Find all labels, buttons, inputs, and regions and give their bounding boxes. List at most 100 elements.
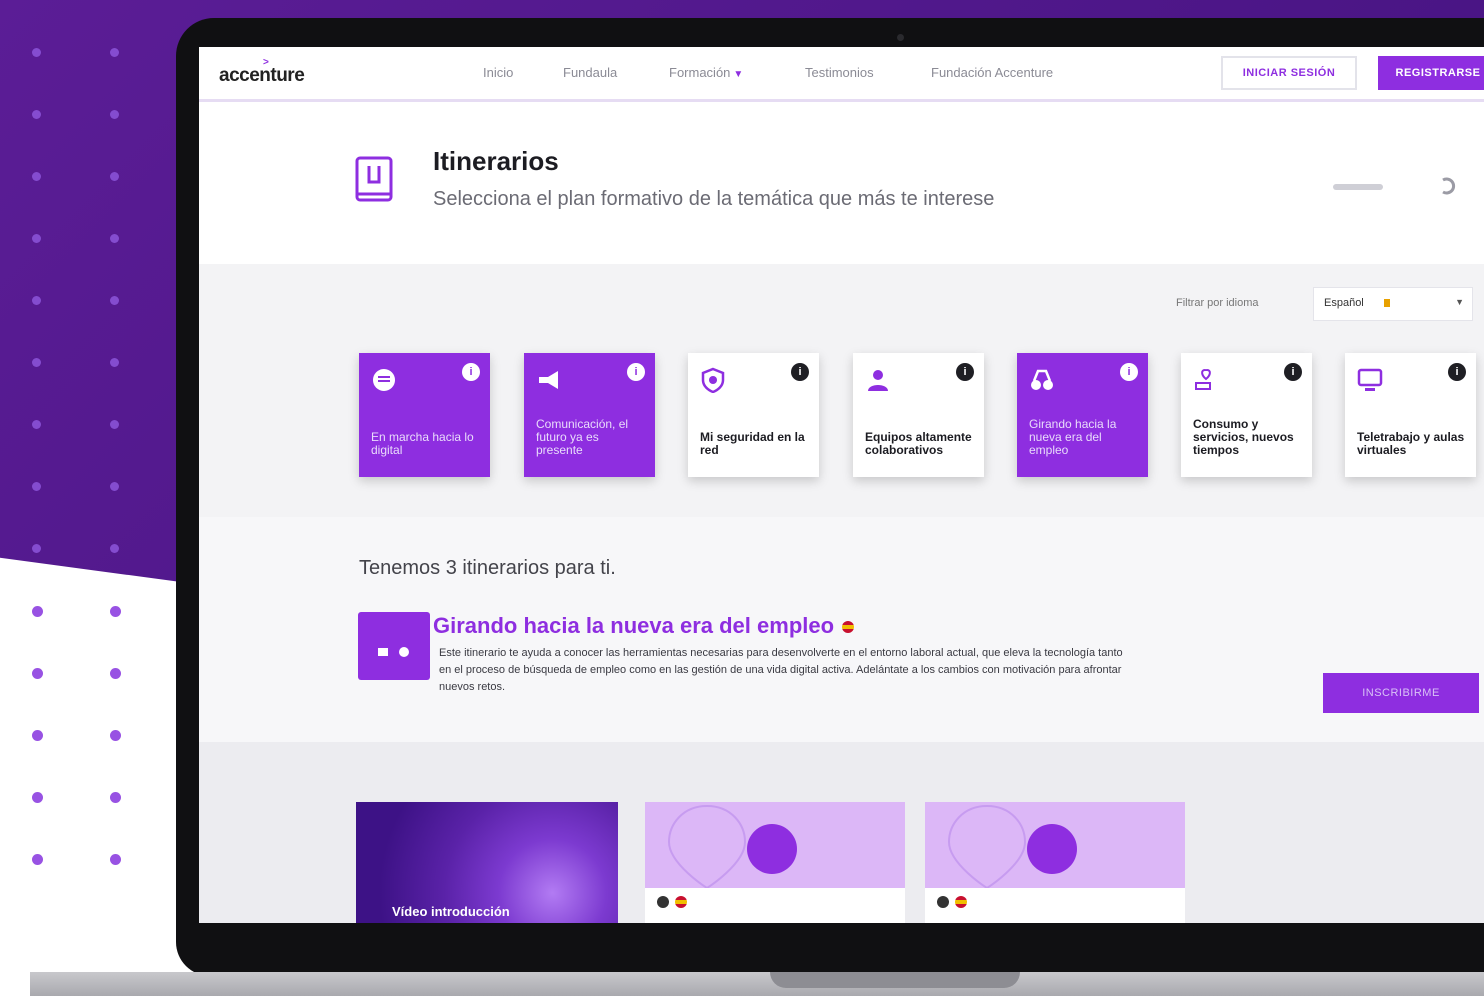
chat-icon (373, 369, 395, 391)
megaphone-icon (539, 371, 558, 389)
theme-card-comunicacion[interactable]: i Comunicación, el futuro ya es presente (524, 353, 655, 477)
results-heading: Tenemos 3 itinerarios para ti. (359, 557, 616, 579)
itinerary-icon (358, 612, 430, 680)
info-icon[interactable]: i (462, 363, 480, 381)
decorative-dot (110, 730, 121, 741)
info-icon[interactable]: i (1120, 363, 1138, 381)
decorative-dot (32, 172, 41, 181)
theme-card-label: Consumo y servicios, nuevos tiempos (1193, 417, 1294, 457)
module-card-header (925, 802, 1185, 888)
decorative-dot (110, 420, 119, 429)
spain-flag-icon (675, 895, 687, 908)
page-title: Itinerarios (433, 146, 559, 176)
info-icon[interactable]: i (1448, 363, 1466, 381)
info-icon[interactable]: i (956, 363, 974, 381)
decorative-dot (32, 110, 41, 119)
binoculars-icon (378, 647, 409, 657)
laptop-camera (897, 34, 904, 41)
logo-mark-icon: > (263, 57, 269, 68)
video-title: Vídeo introducción (392, 904, 510, 919)
theme-card-consumo[interactable]: i Consumo y servicios, nuevos tiempos (1181, 353, 1312, 477)
decorative-dot (110, 668, 121, 679)
video-card[interactable]: Vídeo introducción (356, 802, 618, 923)
nav-link-fundacion[interactable]: Fundación Accenture (931, 65, 1053, 80)
nav-link-formacion-label: Formación (669, 65, 731, 80)
decorative-dot (110, 110, 119, 119)
theme-card-label: Teletrabajo y aulas virtuales (1357, 430, 1465, 457)
refresh-icon (1442, 177, 1456, 195)
nav-link-fundaula[interactable]: Fundaula (563, 65, 617, 80)
theme-card-digital[interactable]: i En marcha hacia lo digital (359, 353, 490, 477)
info-icon[interactable]: i (1284, 363, 1302, 381)
decorative-dot (32, 234, 41, 243)
theme-card-equipos[interactable]: i Equipos altamente colaborativos (853, 353, 984, 477)
nav-link-testimonios[interactable]: Testimonios (805, 65, 874, 80)
decorative-dot (32, 482, 41, 491)
login-button[interactable]: INICIAR SESIÓN (1221, 56, 1357, 90)
decorative-dot (32, 606, 43, 617)
theme-card-teletrabajo[interactable]: i Teletrabajo y aulas virtuales (1345, 353, 1476, 477)
decorative-dot (110, 606, 121, 617)
theme-card-seguridad[interactable]: i Mi seguridad en la red (688, 353, 819, 477)
info-icon[interactable]: i (791, 363, 809, 381)
itinerary-title-text: Girando hacia la nueva era del empleo (433, 613, 835, 638)
enroll-button[interactable]: INSCRIBIRME (1323, 673, 1479, 713)
theme-card-label: Girando hacia la nueva era del empleo (1029, 417, 1117, 457)
page-subtitle: Selecciona el plan formativo de la temát… (433, 188, 995, 210)
laptop-notch (770, 972, 1020, 988)
play-icon[interactable] (1027, 824, 1077, 874)
decorative-dot (110, 358, 119, 367)
decorative-dot (110, 482, 119, 491)
decorative-dot (110, 172, 119, 181)
info-icon (657, 895, 669, 908)
theme-card-label: Equipos altamente colaborativos (865, 430, 972, 457)
decorative-dot (32, 544, 41, 553)
decorative-dot (110, 48, 119, 57)
decorative-dot (110, 854, 121, 865)
caret-down-icon: ▼ (1455, 297, 1464, 307)
info-icon[interactable]: i (627, 363, 645, 381)
monitor-icon (1357, 368, 1383, 391)
decorative-dot (110, 296, 119, 305)
decorative-dot (32, 792, 43, 803)
language-select[interactable]: Español ▼ (1313, 287, 1473, 321)
theme-card-label: Comunicación, el futuro ya es presente (536, 417, 629, 457)
register-button[interactable]: REGISTRARSE (1378, 56, 1484, 90)
language-filter-label: Filtrar por idioma (1176, 297, 1259, 309)
theme-card-empleo[interactable]: i Girando hacia la nueva era del empleo (1017, 353, 1148, 477)
nav-link-inicio[interactable]: Inicio (483, 65, 513, 80)
team-icon (868, 370, 888, 391)
book-icon (355, 156, 393, 202)
decorative-dot (32, 48, 41, 57)
info-icon (937, 895, 949, 908)
accenture-logo[interactable]: accenture (219, 65, 305, 87)
shield-icon (701, 367, 725, 393)
module-meta (657, 894, 687, 908)
module-card[interactable] (925, 802, 1185, 923)
nav-link-formacion[interactable]: Formación ▼ (669, 65, 743, 80)
flag-icon (1383, 299, 1390, 308)
chevron-down-icon: ▼ (733, 69, 744, 80)
theme-card-label: Mi seguridad en la red (700, 430, 805, 457)
module-meta (937, 894, 967, 908)
itinerary-title[interactable]: Girando hacia la nueva era del empleo (433, 613, 855, 639)
decorative-dot (32, 854, 43, 865)
top-navbar: accenture > Inicio Fundaula Formación ▼ T… (199, 47, 1484, 102)
decorative-dot (110, 234, 119, 243)
decorative-dot (110, 792, 121, 803)
decorative-dot (32, 668, 43, 679)
binoculars-icon (1031, 369, 1053, 390)
spain-flag-icon (842, 621, 855, 634)
decorative-dot (32, 420, 41, 429)
spain-flag-icon (955, 895, 967, 908)
decorative-dot (32, 296, 41, 305)
play-icon[interactable] (747, 824, 797, 874)
header-tools (1333, 177, 1456, 195)
decorative-dot (110, 544, 119, 553)
decorative-dot (32, 358, 41, 367)
heart-cart-icon (1195, 368, 1211, 390)
page-header: Itinerarios Selecciona el plan formativo… (199, 102, 1484, 264)
itinerary-description: Este itinerario te ayuda a conocer las h… (439, 647, 1123, 693)
laptop-base (30, 972, 1484, 996)
module-card[interactable] (645, 802, 905, 923)
